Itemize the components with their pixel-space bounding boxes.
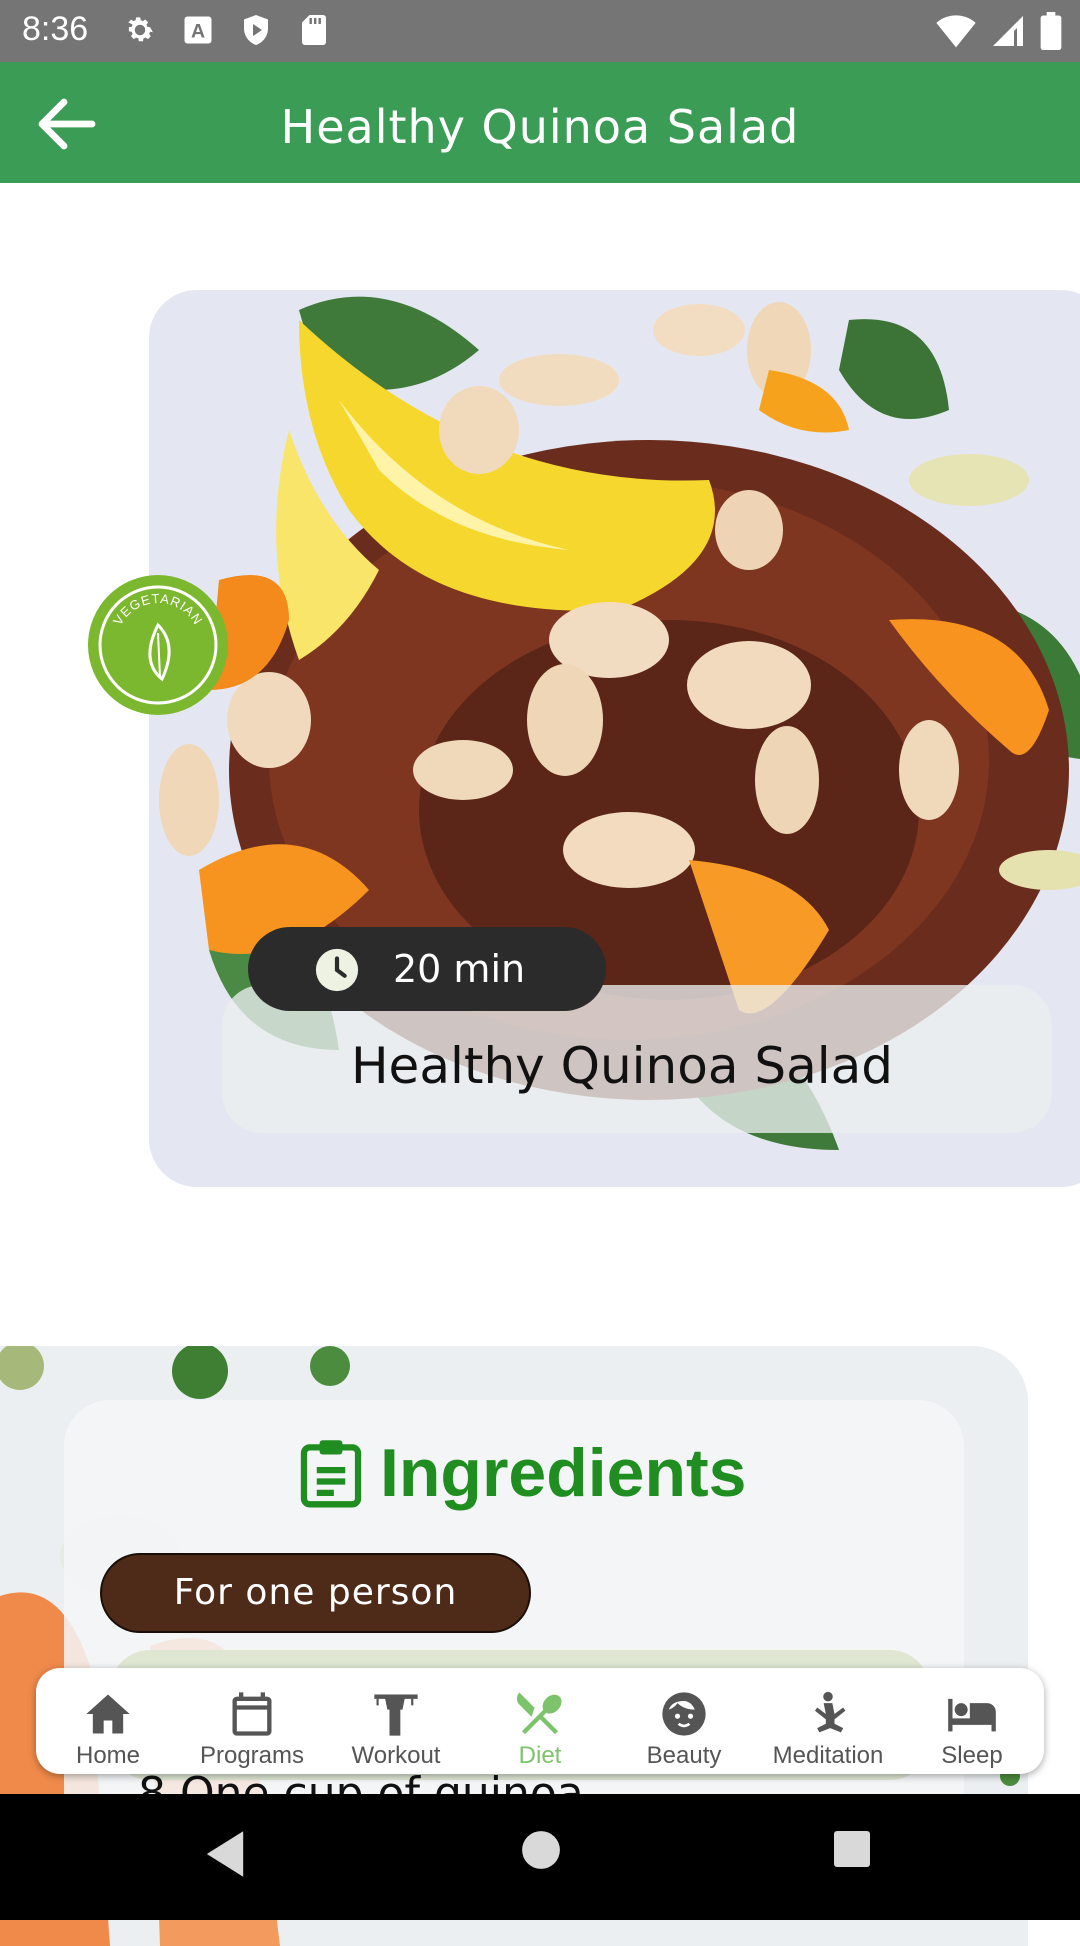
keyboard-a-icon: A bbox=[184, 16, 212, 44]
nav-programs[interactable]: Programs bbox=[180, 1668, 324, 1774]
ingredients-title: Ingredients bbox=[380, 1435, 747, 1511]
nav-diet[interactable]: Diet bbox=[468, 1668, 612, 1774]
nav-label: Home bbox=[75, 1742, 141, 1769]
bed-icon bbox=[948, 1698, 996, 1732]
meditation-icon bbox=[815, 1691, 846, 1733]
gear-icon bbox=[128, 17, 153, 42]
time-label: 20 min bbox=[393, 947, 526, 991]
battery-icon bbox=[1040, 12, 1062, 50]
clipboard-icon bbox=[300, 1440, 362, 1508]
system-navigation-bar bbox=[0, 1794, 1080, 1920]
nav-label: Beauty bbox=[646, 1742, 722, 1769]
nav-label: Workout bbox=[351, 1742, 441, 1769]
time-pill: 20 min bbox=[248, 927, 606, 1011]
wifi-icon bbox=[936, 15, 976, 48]
back-triangle-icon[interactable] bbox=[202, 1829, 248, 1879]
page-title: Healthy Quinoa Salad bbox=[280, 100, 800, 154]
nav-label: Diet bbox=[518, 1742, 562, 1769]
nav-sleep[interactable]: Sleep bbox=[900, 1668, 1044, 1774]
recents-square-icon[interactable] bbox=[832, 1829, 872, 1869]
home-icon bbox=[86, 1694, 130, 1734]
nav-workout[interactable]: Workout bbox=[324, 1668, 468, 1774]
sd-card-icon bbox=[302, 15, 326, 45]
recipe-name: Healthy Quinoa Salad bbox=[350, 1037, 894, 1095]
leaf-icon: VEGETARIAN bbox=[98, 585, 218, 705]
face-icon bbox=[662, 1692, 706, 1736]
weightlifter-icon bbox=[374, 1694, 418, 1736]
status-time: 8:36 bbox=[22, 10, 89, 48]
vegetarian-badge: VEGETARIAN bbox=[88, 575, 228, 715]
app-bar: Healthy Quinoa Salad bbox=[0, 62, 1080, 183]
nav-label: Sleep bbox=[941, 1742, 1003, 1769]
calendar-icon bbox=[232, 1692, 272, 1736]
fork-knife-icon bbox=[516, 1692, 562, 1735]
shield-play-icon bbox=[244, 15, 268, 45]
signal-icon bbox=[993, 16, 1023, 46]
nav-home[interactable]: Home bbox=[36, 1668, 180, 1774]
serving-size-label: For one person bbox=[173, 1572, 458, 1613]
bottom-navigation: Home Programs Workout Diet Beauty Medita… bbox=[36, 1668, 1044, 1774]
ingredients-heading: Ingredients bbox=[296, 1428, 747, 1518]
svg-text:A: A bbox=[191, 21, 205, 43]
nav-label: Meditation bbox=[772, 1742, 884, 1769]
serving-size-button[interactable]: For one person bbox=[100, 1553, 531, 1633]
nav-label: Programs bbox=[199, 1742, 305, 1769]
nav-beauty[interactable]: Beauty bbox=[612, 1668, 756, 1774]
status-bar: 8:36 A bbox=[0, 0, 1080, 62]
home-circle-icon[interactable] bbox=[520, 1829, 562, 1871]
nav-meditation[interactable]: Meditation bbox=[756, 1668, 900, 1774]
clock-icon bbox=[315, 948, 359, 992]
